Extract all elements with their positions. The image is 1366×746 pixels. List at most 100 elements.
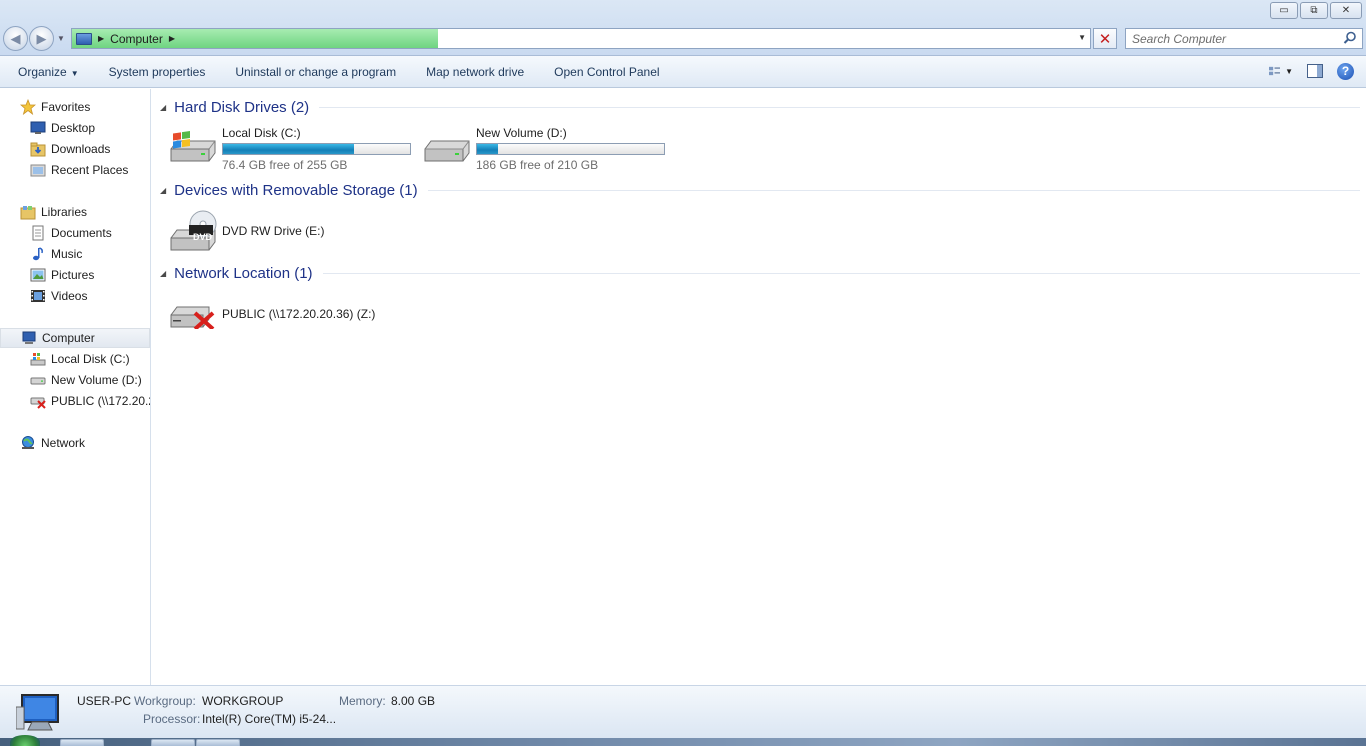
restore-icon: ⧉ <box>1310 5 1318 16</box>
minimize-button[interactable]: ▭ <box>1270 2 1298 19</box>
hard-drive-icon <box>424 140 470 162</box>
processor-value: Intel(R) Core(TM) i5-24... <box>202 712 337 726</box>
nav-label: Desktop <box>51 121 96 135</box>
libraries-icon <box>20 206 36 220</box>
drive-local-disk-c[interactable]: Local Disk (C:) 76.4 GB free of 255 GB <box>169 123 419 172</box>
processor-label: Processor: <box>143 712 201 726</box>
drive-dvd-rw-e[interactable]: DVD DVD RW Drive (E:) <box>169 206 419 254</box>
stop-loading-button[interactable]: ✕ <box>1093 28 1117 49</box>
address-dropdown-icon[interactable]: ▼ <box>1078 33 1086 42</box>
nav-pictures[interactable]: Pictures <box>0 265 150 285</box>
collapse-triangle-icon[interactable]: ◢ <box>160 269 166 278</box>
documents-icon <box>32 225 44 241</box>
group-divider <box>319 106 1360 108</box>
uninstall-program-button[interactable]: Uninstall or change a program <box>220 56 411 88</box>
command-bar: Organize ▼ System properties Uninstall or… <box>0 56 1366 88</box>
nav-libraries[interactable]: Libraries <box>0 202 150 222</box>
taskbar-button[interactable] <box>151 739 195 746</box>
videos-icon <box>31 290 45 302</box>
computer-icon <box>76 32 92 45</box>
close-icon: ✕ <box>1341 5 1351 16</box>
help-button[interactable]: ? <box>1337 62 1354 80</box>
hard-drive-icon <box>30 377 46 385</box>
breadcrumb-arrow-icon[interactable]: ▶ <box>169 34 175 43</box>
breadcrumb-arrow-icon[interactable]: ▶ <box>98 34 104 43</box>
drive-name: New Volume (D:) <box>476 126 567 140</box>
drive-name: DVD RW Drive (E:) <box>222 224 325 238</box>
memory-label: Memory: <box>339 694 386 708</box>
system-properties-button[interactable]: System properties <box>94 56 221 88</box>
forward-button[interactable]: ▶ <box>29 26 54 51</box>
dvd-drive-icon <box>170 210 217 251</box>
group-title: Hard Disk Drives (2) <box>174 98 310 116</box>
drive-free-space: 76.4 GB free of 255 GB <box>222 158 348 172</box>
nav-computer[interactable]: Computer <box>0 328 150 348</box>
nav-label: Network <box>41 436 86 450</box>
map-network-drive-button[interactable]: Map network drive <box>411 56 539 88</box>
minimize-icon: ▭ <box>1279 5 1289 16</box>
drive-free-space: 186 GB free of 210 GB <box>476 158 599 172</box>
nav-recent-places[interactable]: Recent Places <box>0 160 150 180</box>
preview-pane-button[interactable] <box>1307 64 1323 78</box>
group-header-hard-disk-drives[interactable]: ◢ Hard Disk Drives (2) <box>160 97 1360 117</box>
group-header-network-location[interactable]: ◢ Network Location (1) <box>160 263 1360 283</box>
windows-drive-icon <box>30 353 46 366</box>
nav-downloads[interactable]: Downloads <box>0 139 150 159</box>
stop-x-icon: ✕ <box>1098 30 1112 48</box>
nav-music[interactable]: Music <box>0 244 150 264</box>
maximize-button[interactable]: ⧉ <box>1300 2 1328 19</box>
drive-new-volume-d[interactable]: New Volume (D:) 186 GB free of 210 GB <box>423 123 673 172</box>
pc-name: USER-PC <box>77 694 132 708</box>
drive-usage-bar <box>222 143 411 155</box>
group-divider <box>427 189 1360 191</box>
nav-label: Computer <box>42 331 95 345</box>
computer-monitor-icon <box>16 694 59 731</box>
navigation-pane: Favorites Desktop Downloads Recent Place… <box>0 89 151 685</box>
search-input[interactable] <box>1126 29 1336 48</box>
nav-label: Recent Places <box>51 163 129 177</box>
group-title: Network Location (1) <box>174 264 313 282</box>
drive-usage-fill <box>477 144 498 154</box>
organize-button[interactable]: Organize ▼ <box>0 56 94 88</box>
nav-local-disk-c[interactable]: Local Disk (C:) <box>0 349 150 369</box>
close-button[interactable]: ✕ <box>1330 2 1362 19</box>
nav-desktop[interactable]: Desktop <box>0 118 150 138</box>
change-view-button[interactable]: ▼ <box>1269 62 1293 80</box>
drive-name: Local Disk (C:) <box>222 126 301 140</box>
group-title: Devices with Removable Storage (1) <box>174 181 418 199</box>
search-box <box>1125 28 1363 49</box>
drive-usage-fill <box>223 144 354 154</box>
start-button[interactable] <box>10 735 40 746</box>
nav-documents[interactable]: Documents <box>0 223 150 243</box>
group-header-removable-storage[interactable]: ◢ Devices with Removable Storage (1) <box>160 180 1360 200</box>
view-controls: ▼ ? <box>1269 62 1354 80</box>
music-note-icon <box>33 247 43 261</box>
help-icon: ? <box>1341 64 1350 78</box>
chevron-down-icon: ▼ <box>1285 66 1293 76</box>
taskbar-button[interactable] <box>60 739 104 746</box>
nav-videos[interactable]: Videos <box>0 286 150 306</box>
drive-usage-bar <box>476 143 665 155</box>
nav-label: Videos <box>51 289 88 303</box>
details-pane: USER-PC Workgroup: WORKGROUP Memory: 8.0… <box>0 685 1366 738</box>
search-icon[interactable] <box>1343 31 1357 45</box>
nav-label: Documents <box>51 226 112 240</box>
memory-value: 8.00 GB <box>391 694 436 708</box>
nav-public-network-drive[interactable]: PUBLIC (\\172.20.2 <box>0 391 150 411</box>
downloads-folder-icon <box>30 142 46 157</box>
nav-new-volume-d[interactable]: New Volume (D:) <box>0 370 150 390</box>
chevron-down-icon: ▼ <box>70 68 79 78</box>
taskbar-button[interactable] <box>196 739 240 746</box>
drive-public-network-z[interactable]: PUBLIC (\\172.20.20.36) (Z:) <box>169 289 419 337</box>
breadcrumb-computer[interactable]: Computer <box>110 32 163 46</box>
back-button[interactable]: ◀ <box>3 26 28 51</box>
nav-network[interactable]: Network <box>0 433 150 453</box>
address-bar[interactable]: ▶ Computer ▶ ▼ <box>71 28 1091 49</box>
open-control-panel-button[interactable]: Open Control Panel <box>539 56 674 88</box>
disconnected-network-drive-icon <box>170 306 215 329</box>
collapse-triangle-icon[interactable]: ◢ <box>160 186 166 195</box>
nav-favorites[interactable]: Favorites <box>0 97 150 117</box>
recent-pages-dropdown-icon[interactable]: ▼ <box>57 34 65 43</box>
computer-icon <box>22 331 36 344</box>
collapse-triangle-icon[interactable]: ◢ <box>160 103 166 112</box>
